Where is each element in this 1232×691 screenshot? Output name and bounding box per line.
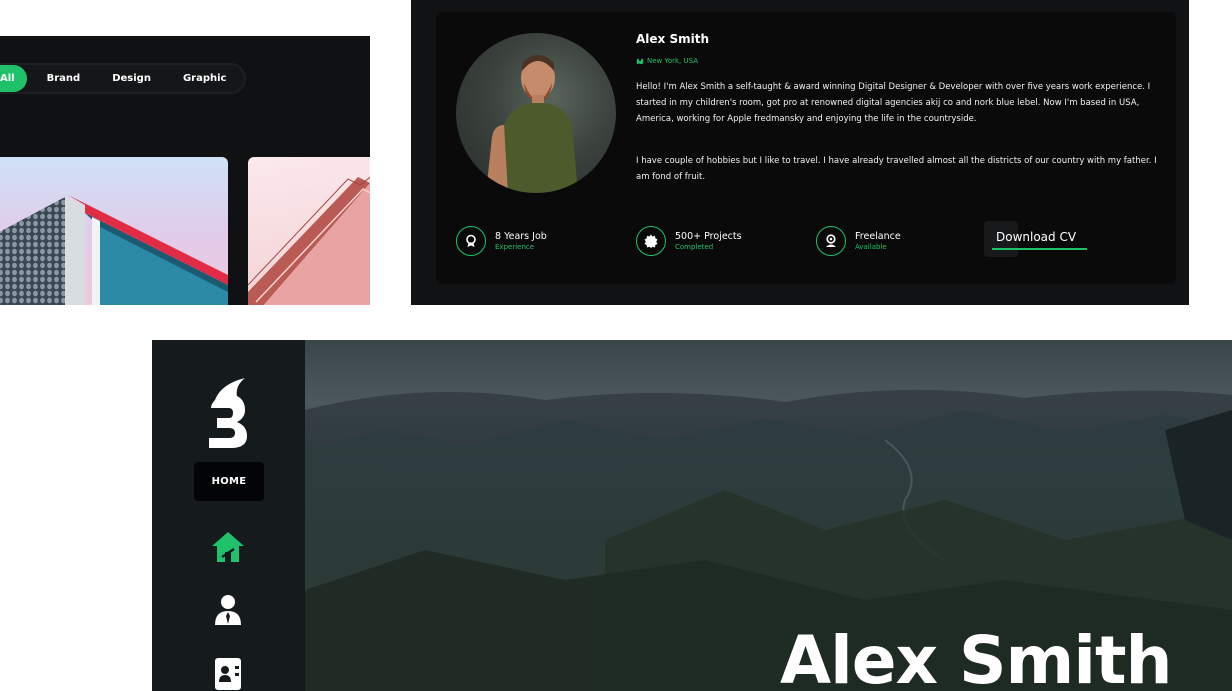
- stat-title: Freelance: [855, 230, 901, 242]
- portfolio-item-stairs[interactable]: [248, 157, 370, 305]
- profile-name: Alex Smith: [636, 32, 709, 46]
- portfolio-item-building[interactable]: [0, 157, 228, 305]
- filter-graphic[interactable]: Graphic: [167, 65, 243, 92]
- filter-design[interactable]: Design: [96, 65, 167, 92]
- user-icon[interactable]: [210, 592, 246, 628]
- profile-location: New York, USA: [636, 57, 698, 65]
- home-icon[interactable]: [210, 529, 246, 565]
- map-icon: [636, 58, 644, 65]
- medal-icon: [816, 226, 846, 256]
- stat-subtitle: Completed: [675, 242, 714, 251]
- button-underline: [992, 248, 1087, 250]
- stat-projects: 500+ Projects Completed: [636, 226, 742, 256]
- person-portrait: [486, 55, 578, 193]
- about-card: Alex Smith New York, USA Hello! I'm Alex…: [436, 12, 1176, 284]
- contact-book-icon[interactable]: [210, 656, 246, 691]
- about-section: Alex Smith New York, USA Hello! I'm Alex…: [411, 0, 1189, 305]
- b-logo-icon[interactable]: [207, 378, 251, 448]
- award-icon: [456, 226, 486, 256]
- stairs-image: [248, 176, 370, 305]
- location-text: New York, USA: [647, 57, 698, 65]
- nav-home-label[interactable]: HOME: [194, 462, 264, 501]
- hero-section: HOME Alex Smith: [152, 340, 1232, 691]
- sidebar: HOME: [152, 340, 305, 691]
- stat-subtitle: Available: [855, 242, 887, 251]
- filter-bar: All Brand Design Graphic: [0, 63, 246, 94]
- portfolio-panel: All Brand Design Graphic: [0, 36, 370, 305]
- building-image: [0, 195, 228, 305]
- filter-brand[interactable]: Brand: [31, 65, 97, 92]
- download-cv-button[interactable]: Download CV: [984, 221, 1088, 257]
- profile-avatar: [456, 33, 616, 193]
- hero-title: Alex Smith: [780, 622, 1172, 691]
- bio-paragraph-1: Hello! I'm Alex Smith a self-taught & aw…: [636, 82, 1151, 124]
- badge-icon: [636, 226, 666, 256]
- bio-paragraph-2: I have couple of hobbies but I like to t…: [636, 156, 1157, 182]
- stat-subtitle: Experience: [495, 242, 535, 251]
- stat-title: 500+ Projects: [675, 230, 742, 242]
- stat-title: 8 Years Job: [495, 230, 547, 242]
- download-cv-label: Download CV: [996, 230, 1077, 244]
- stat-freelance: Freelance Available: [816, 226, 901, 256]
- filter-all[interactable]: All: [0, 65, 27, 92]
- stat-experience: 8 Years Job Experience: [456, 226, 547, 256]
